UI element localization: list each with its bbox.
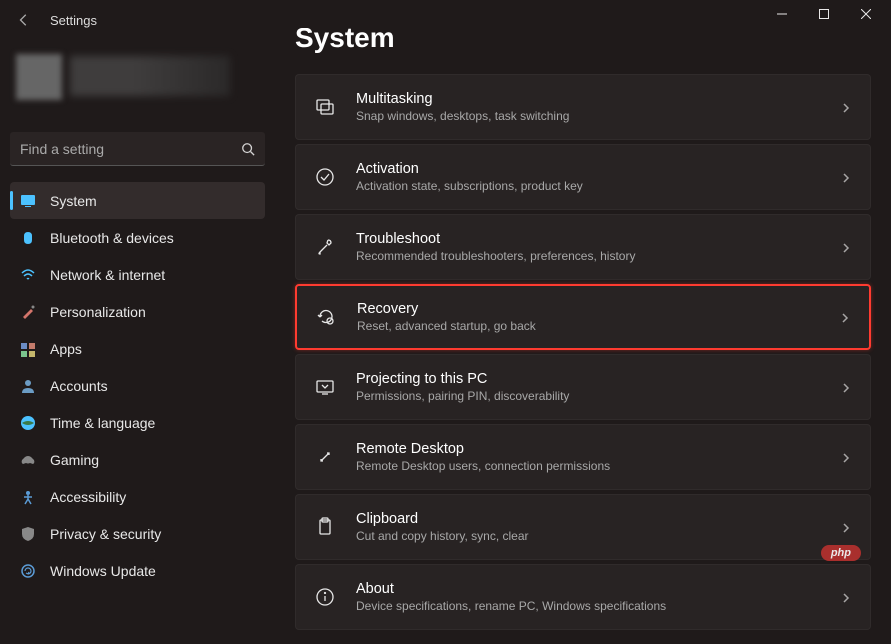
card-icon bbox=[315, 306, 337, 328]
sidebar-item-apps[interactable]: Apps bbox=[10, 330, 265, 367]
sidebar-item-system[interactable]: System bbox=[10, 182, 265, 219]
nav-icon bbox=[20, 230, 36, 246]
card-subtitle: Cut and copy history, sync, clear bbox=[356, 529, 840, 545]
card-subtitle: Activation state, subscriptions, product… bbox=[356, 179, 840, 195]
sidebar: System Bluetooth & devices Network & inter… bbox=[0, 28, 275, 644]
card-subtitle: Reset, advanced startup, go back bbox=[357, 319, 839, 335]
sidebar-item-bluetooth-devices[interactable]: Bluetooth & devices bbox=[10, 219, 265, 256]
card-title: Clipboard bbox=[356, 510, 840, 529]
setting-card-remote-desktop[interactable]: Remote Desktop Remote Desktop users, con… bbox=[295, 424, 871, 490]
sidebar-item-time-language[interactable]: Time & language bbox=[10, 404, 265, 441]
nav-icon bbox=[20, 452, 36, 468]
chevron-right-icon bbox=[840, 451, 852, 463]
card-icon bbox=[314, 446, 336, 468]
sidebar-item-personalization[interactable]: Personalization bbox=[10, 293, 265, 330]
nav-icon bbox=[20, 563, 36, 579]
sidebar-item-label: Gaming bbox=[50, 452, 99, 468]
chevron-right-icon bbox=[839, 311, 851, 323]
sidebar-item-label: Bluetooth & devices bbox=[50, 230, 174, 246]
card-title: Remote Desktop bbox=[356, 440, 840, 459]
main-content: System Multitasking Snap windows, deskto… bbox=[275, 28, 891, 644]
nav-icon bbox=[20, 489, 36, 505]
sidebar-item-label: Time & language bbox=[50, 415, 155, 431]
card-subtitle: Device specifications, rename PC, Window… bbox=[356, 599, 840, 615]
sidebar-item-windows-update[interactable]: Windows Update bbox=[10, 552, 265, 589]
nav-icon bbox=[20, 193, 36, 209]
close-button[interactable] bbox=[845, 0, 887, 28]
card-icon bbox=[314, 166, 336, 188]
card-title: Recovery bbox=[357, 300, 839, 319]
setting-card-projecting-to-this-pc[interactable]: Projecting to this PC Permissions, pairi… bbox=[295, 354, 871, 420]
card-icon bbox=[314, 96, 336, 118]
sidebar-item-accounts[interactable]: Accounts bbox=[10, 367, 265, 404]
card-icon bbox=[314, 586, 336, 608]
card-title: Projecting to this PC bbox=[356, 370, 840, 389]
nav-icon bbox=[20, 378, 36, 394]
back-button[interactable] bbox=[14, 10, 34, 30]
sidebar-item-label: Accounts bbox=[50, 378, 108, 394]
chevron-right-icon bbox=[840, 171, 852, 183]
card-icon bbox=[314, 376, 336, 398]
search-box[interactable] bbox=[10, 132, 265, 166]
nav-icon bbox=[20, 341, 36, 357]
setting-card-recovery[interactable]: Recovery Reset, advanced startup, go bac… bbox=[295, 284, 871, 350]
nav-icon bbox=[20, 267, 36, 283]
sidebar-item-gaming[interactable]: Gaming bbox=[10, 441, 265, 478]
sidebar-item-label: Apps bbox=[50, 341, 82, 357]
sidebar-item-label: Privacy & security bbox=[50, 526, 161, 542]
card-icon bbox=[314, 516, 336, 538]
chevron-right-icon bbox=[840, 381, 852, 393]
setting-card-activation[interactable]: Activation Activation state, subscriptio… bbox=[295, 144, 871, 210]
card-title: Troubleshoot bbox=[356, 230, 840, 249]
nav-icon bbox=[20, 304, 36, 320]
php-watermark: php bbox=[821, 545, 861, 561]
sidebar-item-label: Network & internet bbox=[50, 267, 165, 283]
card-subtitle: Snap windows, desktops, task switching bbox=[356, 109, 840, 125]
setting-card-multitasking[interactable]: Multitasking Snap windows, desktops, tas… bbox=[295, 74, 871, 140]
chevron-right-icon bbox=[840, 521, 852, 533]
nav-icon bbox=[20, 415, 36, 431]
search-input[interactable] bbox=[20, 141, 241, 157]
card-subtitle: Permissions, pairing PIN, discoverabilit… bbox=[356, 389, 840, 405]
sidebar-item-privacy-security[interactable]: Privacy & security bbox=[10, 515, 265, 552]
maximize-button[interactable] bbox=[803, 0, 845, 28]
sidebar-item-label: System bbox=[50, 193, 97, 209]
card-title: Activation bbox=[356, 160, 840, 179]
sidebar-item-network-internet[interactable]: Network & internet bbox=[10, 256, 265, 293]
sidebar-item-accessibility[interactable]: Accessibility bbox=[10, 478, 265, 515]
search-icon bbox=[241, 142, 255, 156]
card-subtitle: Recommended troubleshooters, preferences… bbox=[356, 249, 840, 265]
sidebar-item-label: Personalization bbox=[50, 304, 146, 320]
user-profile[interactable] bbox=[10, 54, 265, 124]
setting-card-about[interactable]: About Device specifications, rename PC, … bbox=[295, 564, 871, 630]
card-title: Multitasking bbox=[356, 90, 840, 109]
sidebar-item-label: Windows Update bbox=[50, 563, 156, 579]
avatar bbox=[16, 54, 62, 100]
card-subtitle: Remote Desktop users, connection permiss… bbox=[356, 459, 840, 475]
minimize-button[interactable] bbox=[761, 0, 803, 28]
window-titlebar bbox=[0, 0, 891, 28]
nav-icon bbox=[20, 526, 36, 542]
sidebar-item-label: Accessibility bbox=[50, 489, 126, 505]
profile-name-blurred bbox=[70, 56, 230, 96]
chevron-right-icon bbox=[840, 101, 852, 113]
app-title: Settings bbox=[50, 13, 97, 28]
chevron-right-icon bbox=[840, 591, 852, 603]
setting-card-troubleshoot[interactable]: Troubleshoot Recommended troubleshooters… bbox=[295, 214, 871, 280]
chevron-right-icon bbox=[840, 241, 852, 253]
card-icon bbox=[314, 236, 336, 258]
page-title: System bbox=[295, 28, 871, 54]
setting-card-clipboard[interactable]: Clipboard Cut and copy history, sync, cl… bbox=[295, 494, 871, 560]
